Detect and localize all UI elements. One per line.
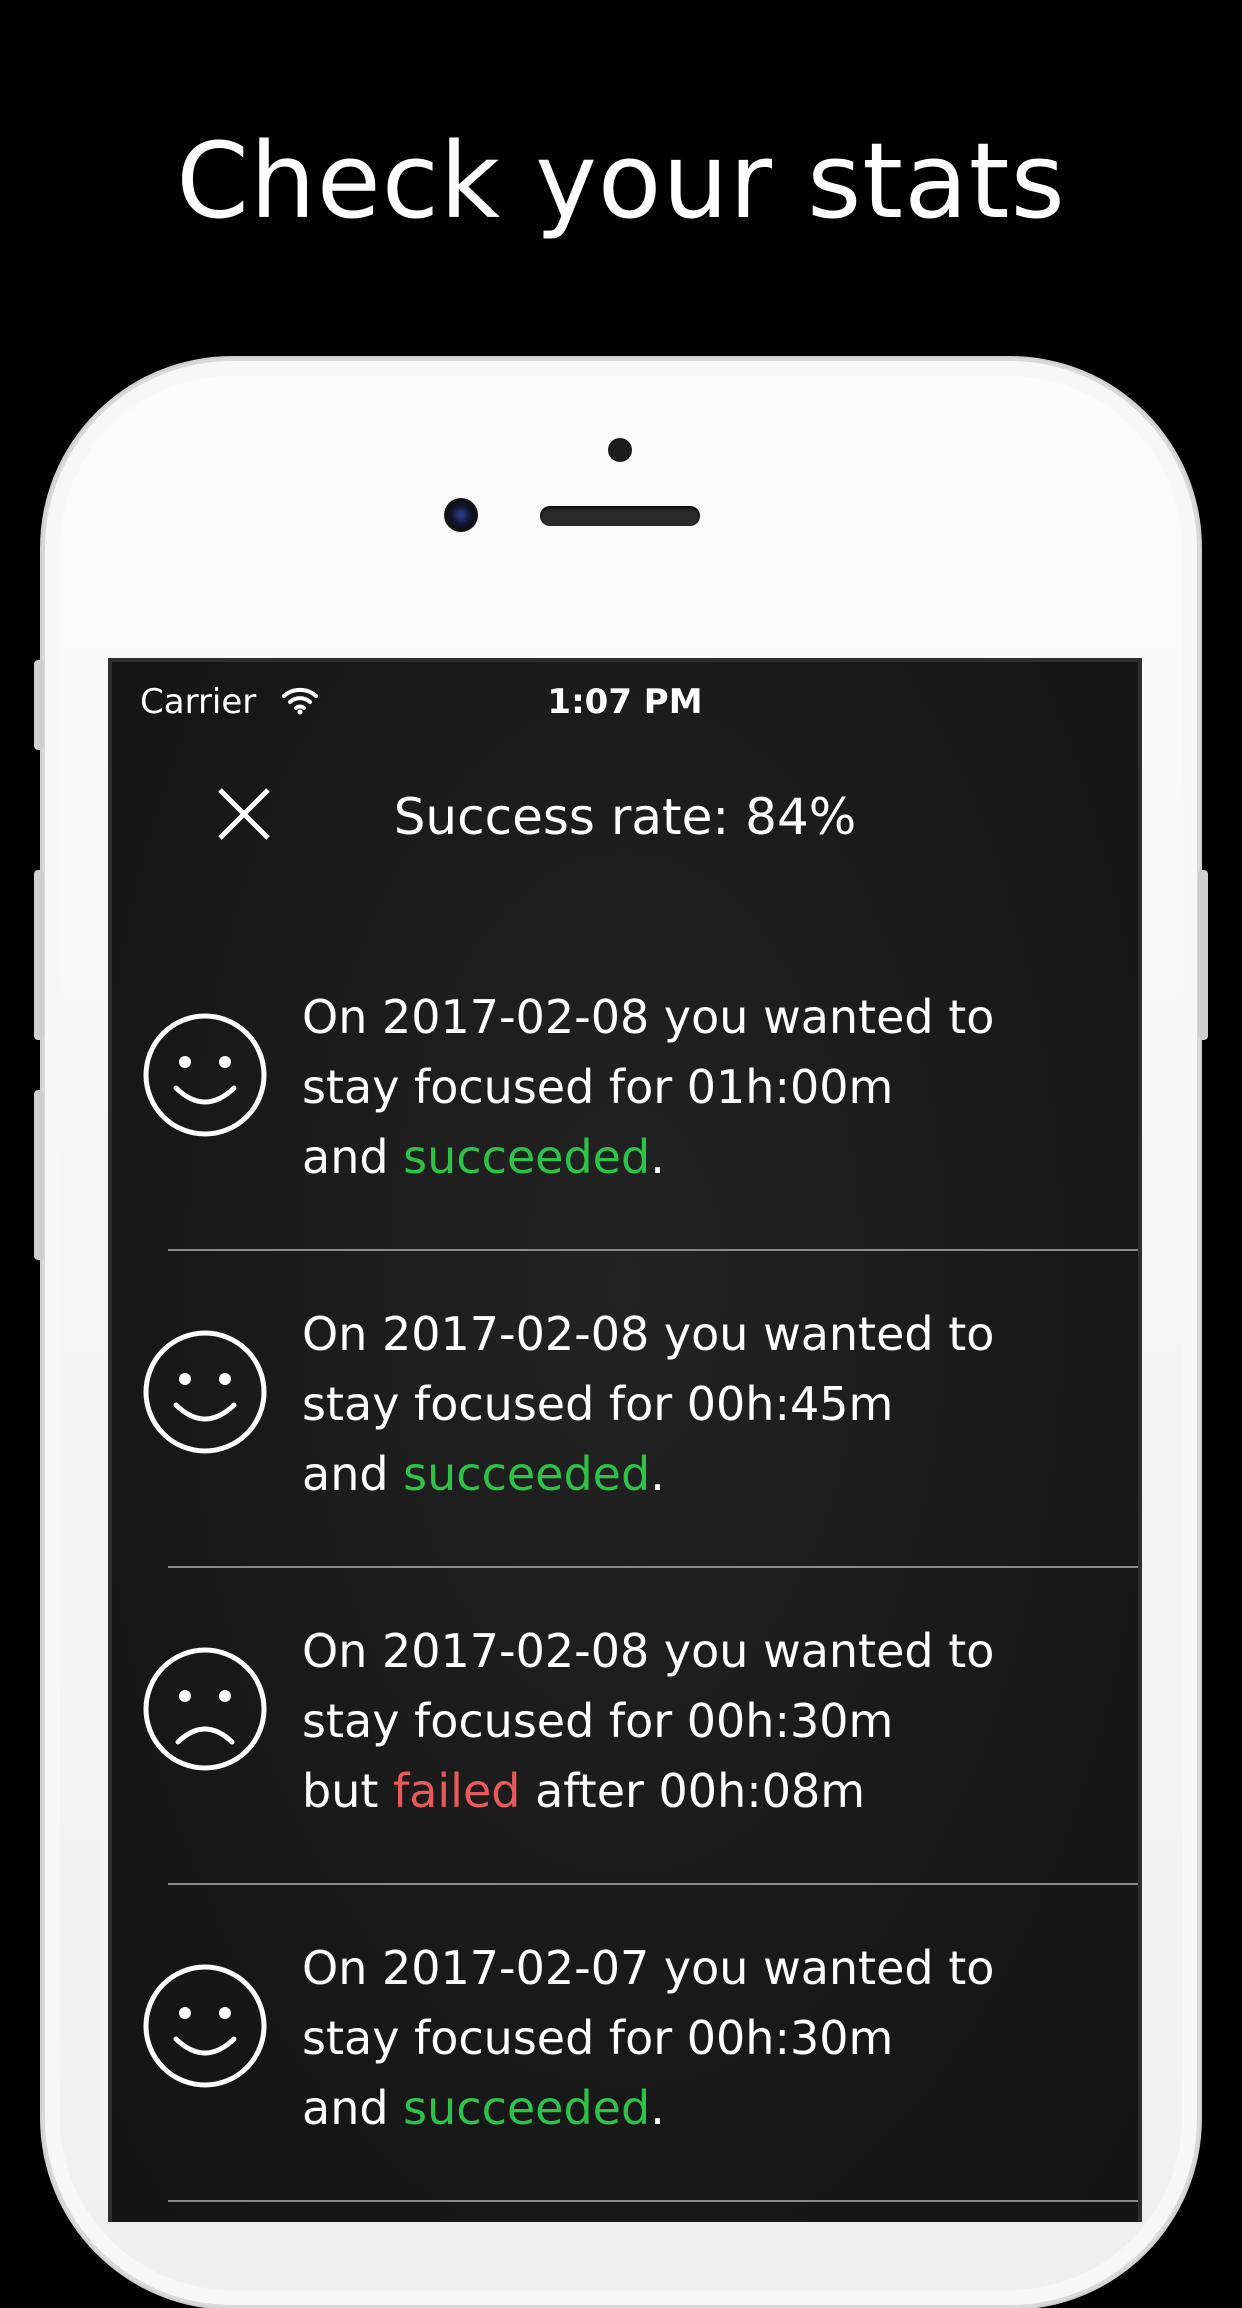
proximity-sensor (608, 438, 632, 462)
session-result-line: but failed after 00h:08m (302, 1756, 1122, 1826)
session-row: On 2017-02-08 you wanted to stay focused… (112, 1251, 1138, 1568)
session-date-line: On 2017-02-08 you wanted to (302, 990, 995, 1044)
session-date-line: On 2017-02-08 you wanted to (302, 1307, 995, 1361)
volume-down-button (34, 1090, 44, 1260)
happy-face-icon (143, 1330, 267, 1454)
session-duration-line: stay focused for 01h:00m (302, 1060, 894, 1114)
session-result-line: and succeeded. (302, 1122, 1122, 1192)
session-row: On 2017-02-08 you wanted to stay focused… (112, 934, 1138, 1251)
result-status: succeeded (403, 1130, 651, 1184)
earpiece-speaker (540, 506, 700, 526)
session-duration-line: stay focused for 00h:30m (302, 2011, 894, 2065)
session-result-line: and succeeded. (302, 1439, 1122, 1509)
session-text: On 2017-02-08 you wanted to stay focused… (302, 1616, 1122, 1826)
session-date-line: On 2017-02-07 you wanted to (302, 1941, 995, 1995)
power-button (1198, 870, 1208, 1040)
result-prefix: and (302, 1447, 404, 1501)
sad-face-icon (143, 1647, 267, 1771)
session-duration-line: stay focused for 00h:30m (302, 1694, 894, 1748)
happy-face-icon (143, 1013, 267, 1137)
status-bar: Carrier 1:07 PM (112, 662, 1138, 742)
session-duration-line: stay focused for 00h:45m (302, 1377, 894, 1431)
session-result-line: and succeeded. (302, 2073, 1122, 2143)
session-text: On 2017-02-08 you wanted to stay focused… (302, 982, 1122, 1192)
row-divider (168, 2200, 1138, 2202)
screen: Carrier 1:07 PM Success rate: 84% On 201… (108, 658, 1142, 2222)
session-row: On 2017-02-08 you wanted to stay focused… (112, 1568, 1138, 1885)
volume-up-button (34, 870, 44, 1040)
stats-header: Success rate: 84% (112, 752, 1138, 872)
result-status: succeeded (403, 2081, 651, 2135)
result-suffix: . (650, 1447, 665, 1501)
session-text: On 2017-02-07 you wanted to stay focused… (302, 1933, 1122, 2143)
result-suffix: after 00h:08m (520, 1764, 866, 1818)
result-prefix: but (302, 1764, 394, 1818)
session-row: On 2017-02-07 you wanted to stay focused… (112, 1885, 1138, 2202)
session-list: On 2017-02-08 you wanted to stay focused… (112, 934, 1138, 2202)
result-status: failed (393, 1764, 521, 1818)
result-status: succeeded (403, 1447, 651, 1501)
result-prefix: and (302, 1130, 404, 1184)
front-camera (444, 498, 478, 532)
status-time: 1:07 PM (547, 682, 703, 722)
result-prefix: and (302, 2081, 404, 2135)
session-date-line: On 2017-02-08 you wanted to (302, 1624, 995, 1678)
happy-face-icon (143, 1964, 267, 2088)
result-suffix: . (650, 2081, 665, 2135)
success-rate-title: Success rate: 84% (393, 788, 857, 846)
headline: Check your stats (176, 120, 1066, 242)
mute-switch (34, 660, 44, 750)
result-suffix: . (650, 1130, 665, 1184)
session-text: On 2017-02-08 you wanted to stay focused… (302, 1299, 1122, 1509)
